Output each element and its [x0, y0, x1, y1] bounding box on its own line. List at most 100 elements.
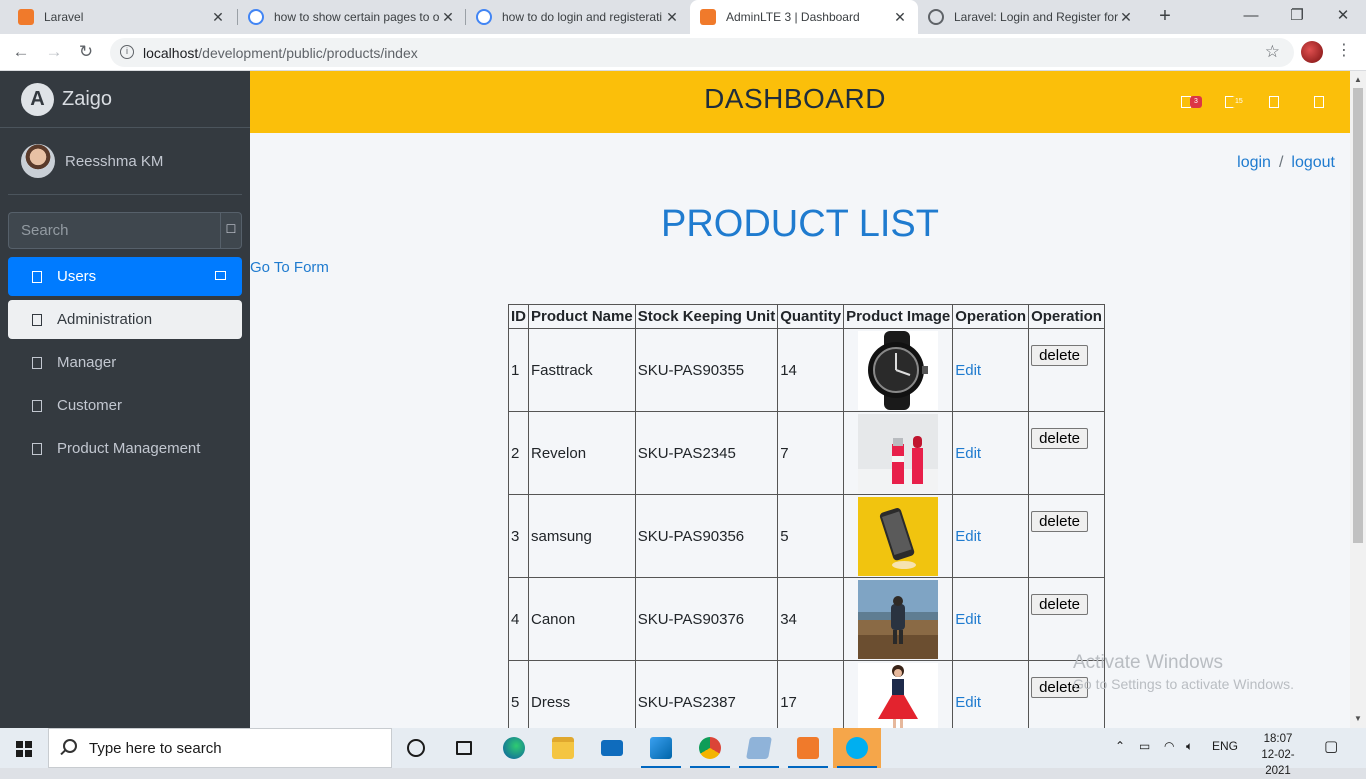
- skype-taskbar-app[interactable]: [833, 728, 881, 768]
- more-menu-icon[interactable]: ⋮: [1336, 40, 1352, 60]
- file-explorer-taskbar-app[interactable]: [539, 728, 587, 768]
- close-icon[interactable]: ✕: [440, 9, 456, 26]
- info-icon[interactable]: i: [120, 45, 134, 59]
- close-icon[interactable]: ✕: [664, 9, 680, 26]
- scroll-down-arrow-icon[interactable]: ▼: [1354, 714, 1362, 723]
- globe-icon: [928, 9, 944, 25]
- browser-tab[interactable]: Laravel ✕: [8, 0, 236, 34]
- login-link[interactable]: login: [1237, 154, 1271, 171]
- close-icon[interactable]: ✕: [210, 9, 226, 26]
- activate-windows-watermark: Activate Windows Go to Settings to activ…: [1073, 652, 1294, 692]
- edit-link[interactable]: Edit: [955, 445, 981, 462]
- search-button[interactable]: ☐: [220, 212, 242, 249]
- sidebar-item-users[interactable]: Users: [8, 257, 242, 296]
- vscode-icon: [650, 737, 672, 759]
- volume-icon[interactable]: 🔈︎: [1186, 739, 1193, 754]
- go-to-form-link[interactable]: Go To Form: [250, 259, 329, 276]
- fullscreen-icon[interactable]: [1269, 96, 1279, 108]
- browser-tab[interactable]: how to do login and registerati ✕: [466, 0, 690, 34]
- new-tab-button[interactable]: +: [1153, 5, 1177, 29]
- user-panel[interactable]: Reesshma KM: [8, 128, 242, 195]
- wifi-icon[interactable]: ◠: [1164, 739, 1174, 753]
- brand-link[interactable]: A Zaigo: [0, 71, 250, 128]
- reload-icon[interactable]: ↻: [74, 40, 98, 64]
- edit-link[interactable]: Edit: [955, 528, 981, 545]
- bookmark-star-icon[interactable]: ☆: [1265, 42, 1280, 62]
- vscode-taskbar-app[interactable]: [637, 728, 685, 768]
- notification-badge: 3: [1190, 96, 1202, 108]
- windows-taskbar: Type here to search ⌃ ▭ ◠ 🔈︎ ENG 18:07 1…: [0, 728, 1366, 777]
- delete-button[interactable]: delete: [1031, 345, 1088, 366]
- edit-link[interactable]: Edit: [955, 362, 981, 379]
- cell-edit: Edit: [952, 328, 1030, 412]
- sidebar-item-customer[interactable]: Customer: [8, 386, 242, 425]
- tab-label: AdminLTE 3 | Dashboard: [726, 10, 860, 24]
- taskbar-search-box[interactable]: Type here to search: [48, 728, 392, 768]
- table-row: 3 samsung SKU-PAS90356 5 Edit delete: [508, 494, 1105, 578]
- browser-tab-active[interactable]: AdminLTE 3 | Dashboard ✕: [690, 0, 918, 34]
- cell-sku: SKU-PAS2345: [634, 411, 779, 495]
- delete-button[interactable]: delete: [1031, 428, 1088, 449]
- sidebar-item-manager[interactable]: Manager: [8, 343, 242, 382]
- back-arrow-icon[interactable]: ←: [9, 40, 33, 64]
- skype-icon: [846, 737, 868, 759]
- column-header-operation: Operation: [952, 304, 1030, 329]
- administration-icon: [32, 313, 42, 326]
- sidebar-search-input[interactable]: [8, 212, 220, 249]
- settings-icon[interactable]: [1314, 96, 1324, 108]
- chevron-up-icon[interactable]: ⌃: [1115, 739, 1125, 753]
- close-icon[interactable]: ✕: [892, 9, 908, 26]
- cell-image: [843, 494, 954, 578]
- task-view-button[interactable]: [440, 728, 488, 768]
- sidebar-item-label: Manager: [57, 354, 117, 371]
- page-title: PRODUCT LIST: [660, 203, 939, 245]
- minimize-button[interactable]: —: [1228, 0, 1274, 34]
- xampp-taskbar-app[interactable]: [784, 728, 832, 768]
- taskbar-search-placeholder: Type here to search: [89, 740, 222, 757]
- edit-link[interactable]: Edit: [955, 694, 981, 711]
- delete-button[interactable]: delete: [1031, 594, 1088, 615]
- cell-id: 2: [508, 411, 529, 495]
- column-header-sku: Stock Keeping Unit: [634, 304, 779, 329]
- address-bar[interactable]: i localhost/development/public/products/…: [110, 38, 1294, 67]
- cell-name: Revelon: [528, 411, 636, 495]
- chrome-taskbar-app[interactable]: [686, 728, 734, 768]
- battery-icon[interactable]: ▭: [1139, 739, 1150, 753]
- mail-taskbar-app[interactable]: [588, 728, 636, 768]
- edge-taskbar-app[interactable]: [490, 728, 538, 768]
- column-header-product-image: Product Image: [843, 304, 954, 329]
- tab-label: Laravel: [44, 10, 84, 24]
- google-icon: [248, 9, 264, 25]
- manager-icon: [32, 356, 42, 369]
- scrollbar-thumb[interactable]: [1353, 88, 1363, 543]
- restore-button[interactable]: ❐: [1274, 0, 1320, 34]
- vertical-scrollbar[interactable]: ▲ ▼: [1350, 71, 1366, 728]
- profile-avatar[interactable]: [1301, 41, 1323, 63]
- sidebar-item-product-management[interactable]: Product Management: [8, 429, 242, 468]
- start-button[interactable]: [0, 728, 48, 768]
- system-clock[interactable]: 18:07 12-02-2021: [1252, 731, 1304, 779]
- logout-link[interactable]: logout: [1291, 154, 1335, 171]
- tab-label: how to do login and registerati: [502, 10, 663, 24]
- column-header-quantity: Quantity: [777, 304, 845, 329]
- sidebar-item-administration[interactable]: Administration: [8, 300, 242, 339]
- delete-button[interactable]: delete: [1031, 511, 1088, 532]
- cell-quantity: 14: [777, 328, 845, 412]
- top-navbar: DASHBOARD 3 15: [250, 71, 1350, 133]
- notifications-icon[interactable]: ▢: [1324, 737, 1338, 755]
- edit-link[interactable]: Edit: [955, 611, 981, 628]
- auth-separator: /: [1278, 154, 1284, 171]
- brand-logo-icon: A: [21, 82, 54, 116]
- browser-tab[interactable]: how to show certain pages to o ✕: [238, 0, 466, 34]
- cell-name: Fasttrack: [528, 328, 636, 412]
- notepad-taskbar-app[interactable]: [735, 728, 783, 768]
- language-indicator[interactable]: ENG: [1212, 739, 1238, 753]
- url-path: /development/public/products/index: [198, 45, 418, 61]
- cortana-button[interactable]: [392, 728, 440, 768]
- close-window-button[interactable]: ✕: [1320, 0, 1366, 34]
- close-icon[interactable]: ✕: [1118, 9, 1134, 26]
- forward-arrow-icon[interactable]: →: [42, 40, 66, 64]
- browser-tab[interactable]: Laravel: Login and Register for ✕: [918, 0, 1144, 34]
- table-row: 1 Fasttrack SKU-PAS90355 14 Edit delete: [508, 328, 1105, 412]
- scroll-up-arrow-icon[interactable]: ▲: [1354, 75, 1362, 84]
